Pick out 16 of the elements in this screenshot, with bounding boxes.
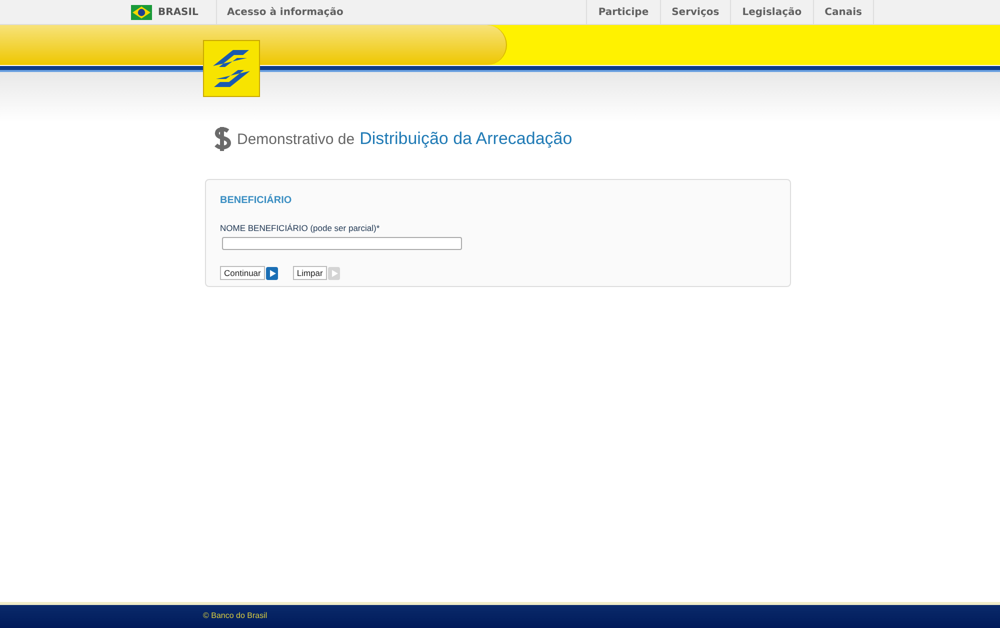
nav-link[interactable]: Canais: [812, 0, 873, 24]
section-title: BENEFICIÁRIO: [220, 195, 293, 206]
nav-link[interactable]: Legislação: [730, 0, 813, 24]
bank-logo-icon: [203, 40, 260, 97]
field-label: NOME BENEFICIÁRIO (pode ser parcial)*: [220, 223, 381, 233]
country-label: BRASIL: [158, 6, 198, 18]
title-prefix: Demonstrativo de: [237, 130, 355, 148]
dollar-icon: [212, 125, 234, 153]
page-title: Distribuição da Arrecadação: [360, 129, 572, 149]
name-input-field[interactable]: [222, 237, 462, 250]
copyright-text: © Banco do Brasil: [203, 611, 268, 620]
nav-link[interactable]: Participe: [586, 0, 660, 24]
form-button[interactable]: Continuar: [220, 266, 265, 280]
nav-link[interactable]: Serviços: [660, 0, 730, 24]
flag-icon: [131, 4, 152, 20]
access-info-link[interactable]: Acesso à informação: [217, 0, 344, 24]
